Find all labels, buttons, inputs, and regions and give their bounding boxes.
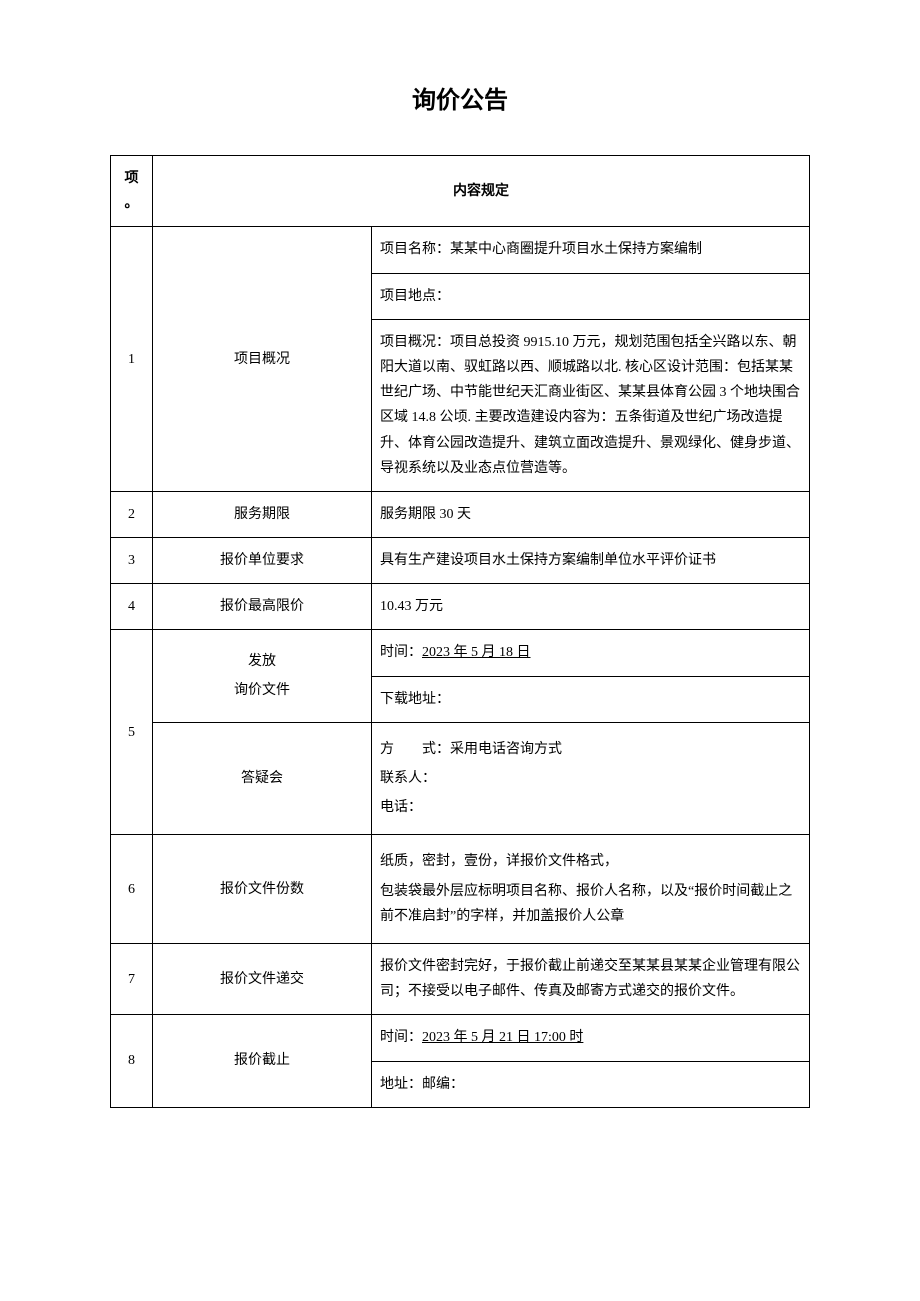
row5-sub-release-line1: 发放 xyxy=(161,649,363,674)
row7-index: 7 xyxy=(111,943,153,1014)
table-row: 2 服务期限 服务期限 30 天 xyxy=(111,491,810,537)
row8-time-value: 2023 年 5 月 21 日 17:00 时 xyxy=(422,1030,583,1045)
row5-qa-method: 方 式：采用电话咨询方式 xyxy=(380,737,801,762)
row6-content: 纸质，密封，壹份，详报价文件格式， 包装袋最外层应标明项目名称、报价人名称，以及… xyxy=(372,835,810,944)
page-title: 询价公告 xyxy=(110,80,810,115)
table-row: 答疑会 方 式：采用电话咨询方式 联系人： 电话： xyxy=(111,722,810,835)
table-row: 8 报价截止 时间：2023 年 5 月 21 日 17:00 时 xyxy=(111,1015,810,1061)
row1-index: 1 xyxy=(111,227,153,492)
row5-qa-phone: 电话： xyxy=(380,795,801,820)
row1-project-name: 项目名称：某某中心商圈提升项目水土保持方案编制 xyxy=(372,227,810,273)
row1-project-overview: 项目概况：项目总投资 9915.10 万元，规划范围包括全兴路以东、朝阳大道以南… xyxy=(372,319,810,491)
row7-content: 报价文件密封完好，于报价截止前递交至某某县某某企业管理有限公司；不接受以电子邮件… xyxy=(372,943,810,1014)
row6-line2: 包装袋最外层应标明项目名称、报价人名称，以及“报价时间截止之前不准启封”的字样，… xyxy=(380,879,801,929)
row5-sub-release: 发放 询价文件 xyxy=(153,630,372,722)
table-row: 3 报价单位要求 具有生产建设项目水土保持方案编制单位水平评价证书 xyxy=(111,538,810,584)
row1-project-location: 项目地点： xyxy=(372,273,810,319)
row5-qa-contact: 联系人： xyxy=(380,766,801,791)
row6-index: 6 xyxy=(111,835,153,944)
row4-index: 4 xyxy=(111,584,153,630)
row6-label: 报价文件份数 xyxy=(153,835,372,944)
row2-label: 服务期限 xyxy=(153,491,372,537)
row5-index: 5 xyxy=(111,630,153,835)
header-col-index: 项。 xyxy=(111,156,153,227)
row5-qa-content: 方 式：采用电话咨询方式 联系人： 电话： xyxy=(372,722,810,835)
row8-time: 时间：2023 年 5 月 21 日 17:00 时 xyxy=(372,1015,810,1061)
table-row: 7 报价文件递交 报价文件密封完好，于报价截止前递交至某某县某某企业管理有限公司… xyxy=(111,943,810,1014)
row8-label: 报价截止 xyxy=(153,1015,372,1107)
table-row: 4 报价最高限价 10.43 万元 xyxy=(111,584,810,630)
announcement-table: 项。 内容规定 1 项目概况 项目名称：某某中心商圈提升项目水土保持方案编制 项… xyxy=(110,155,810,1108)
header-col-content: 内容规定 xyxy=(153,156,810,227)
row3-index: 3 xyxy=(111,538,153,584)
table-row: 1 项目概况 项目名称：某某中心商圈提升项目水土保持方案编制 xyxy=(111,227,810,273)
row6-line1: 纸质，密封，壹份，详报价文件格式， xyxy=(380,849,801,874)
row3-label: 报价单位要求 xyxy=(153,538,372,584)
row5-sub-release-line2: 询价文件 xyxy=(161,678,363,703)
row5-sub-qa: 答疑会 xyxy=(153,722,372,835)
row2-content: 服务期限 30 天 xyxy=(372,491,810,537)
table-row: 5 发放 询价文件 时间：2023 年 5 月 18 日 xyxy=(111,630,810,676)
table-row: 6 报价文件份数 纸质，密封，壹份，详报价文件格式， 包装袋最外层应标明项目名称… xyxy=(111,835,810,944)
table-header-row: 项。 内容规定 xyxy=(111,156,810,227)
row4-content: 10.43 万元 xyxy=(372,584,810,630)
row7-label: 报价文件递交 xyxy=(153,943,372,1014)
row3-content: 具有生产建设项目水土保持方案编制单位水平评价证书 xyxy=(372,538,810,584)
row5-release-time: 时间：2023 年 5 月 18 日 xyxy=(372,630,810,676)
row4-label: 报价最高限价 xyxy=(153,584,372,630)
row2-index: 2 xyxy=(111,491,153,537)
row1-label: 项目概况 xyxy=(153,227,372,492)
row8-index: 8 xyxy=(111,1015,153,1107)
row5-time-prefix: 时间： xyxy=(380,645,422,660)
row5-download: 下载地址： xyxy=(372,676,810,722)
row5-time-value: 2023 年 5 月 18 日 xyxy=(422,645,531,660)
row8-time-prefix: 时间： xyxy=(380,1030,422,1045)
row8-addr: 地址：邮编： xyxy=(372,1061,810,1107)
